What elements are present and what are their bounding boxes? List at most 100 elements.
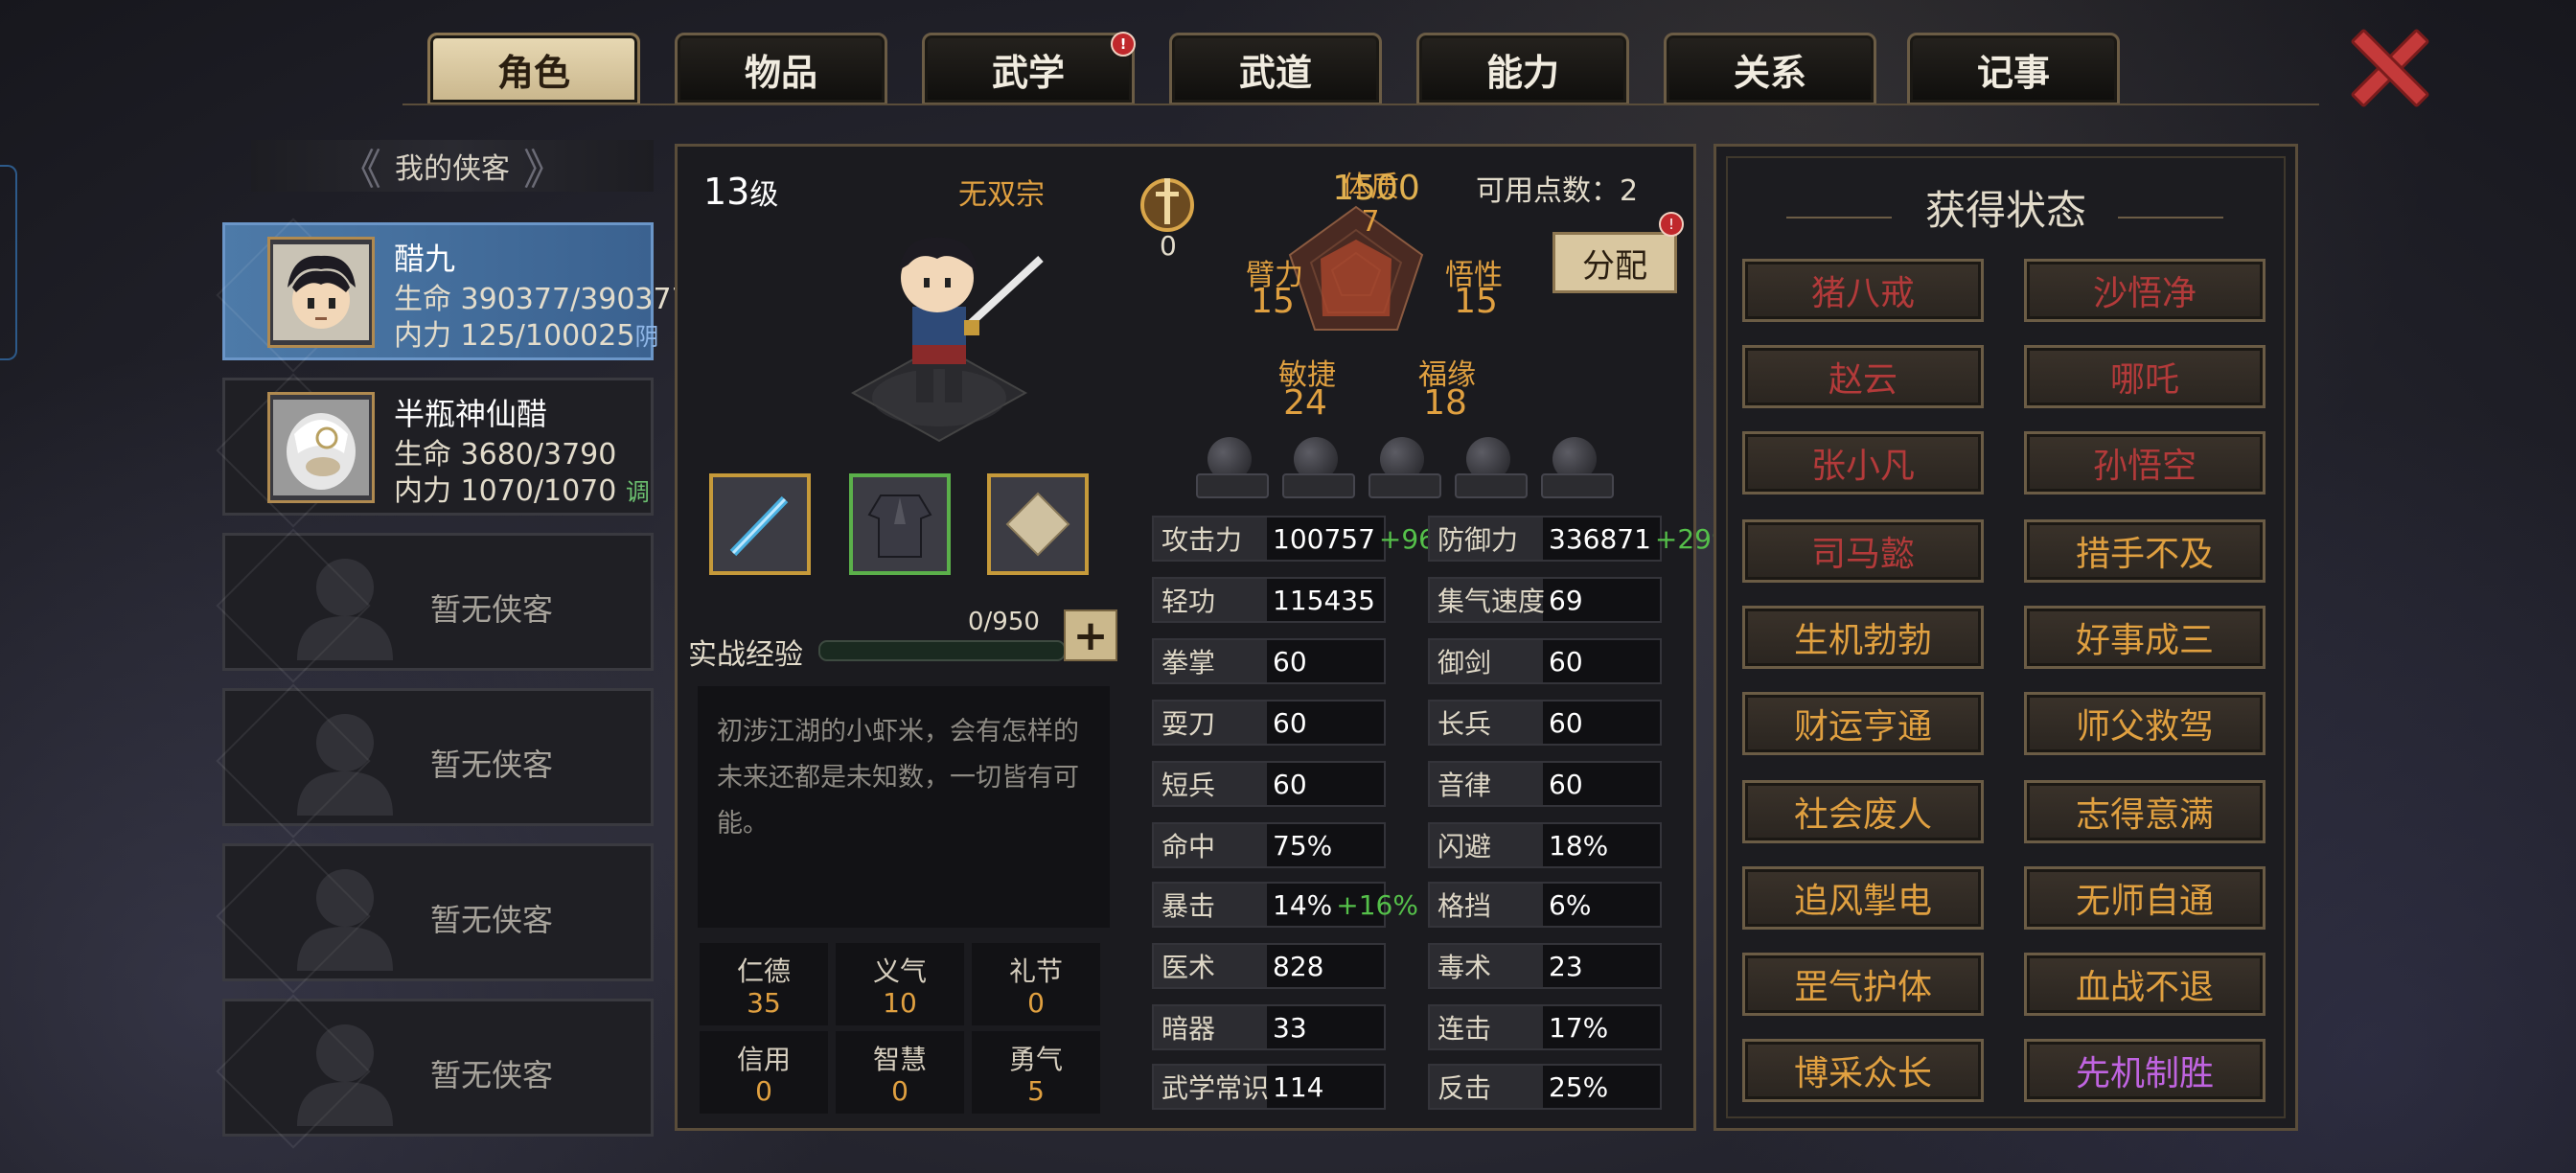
- companion-name: 醋九: [394, 241, 456, 277]
- attr-value: 17%: [1549, 1011, 1609, 1044]
- companions-header[interactable]: 《 我的侠客 》: [251, 140, 654, 195]
- companion-card[interactable]: 半瓶神仙醋 生命 3680/3790 内力 1070/1070 调: [216, 373, 654, 528]
- tab-abilities[interactable]: 能力: [1416, 33, 1629, 105]
- xp-value: 0/950: [968, 608, 1040, 636]
- close-icon[interactable]: [2348, 25, 2425, 102]
- radar-value-constitution: 7: [1361, 205, 1380, 239]
- attr-label: 耍刀: [1154, 702, 1267, 744]
- status-buff[interactable]: 财运亨通: [1742, 692, 1984, 755]
- silhouette-icon: [297, 714, 393, 816]
- tab-martial-way[interactable]: 武道: [1169, 33, 1382, 105]
- status-buff[interactable]: 先机制胜: [2024, 1039, 2266, 1102]
- attr-fist: 拳掌 60: [1152, 638, 1386, 684]
- attr-label: 拳掌: [1154, 640, 1267, 682]
- status-buff[interactable]: 司马懿: [1742, 519, 1984, 583]
- attr-value: 60: [1549, 645, 1583, 678]
- virtue-value: 0: [1027, 987, 1045, 1019]
- attr-label: 攻击力: [1154, 518, 1267, 560]
- empty-companion-slot[interactable]: 暂无侠客: [216, 994, 654, 1149]
- virtue-value: 5: [1027, 1075, 1045, 1107]
- status-buff[interactable]: 沙悟净: [2024, 259, 2266, 322]
- status-buff[interactable]: 孙悟空: [2024, 431, 2266, 494]
- status-buff[interactable]: 赵云: [1742, 345, 1984, 408]
- allocate-button[interactable]: 分配!: [1552, 212, 1684, 293]
- virtue-label: 仁德: [736, 955, 791, 987]
- tab-character[interactable]: 角色: [427, 33, 640, 105]
- attr-label: 短兵: [1154, 763, 1267, 805]
- attr-value: 60: [1273, 768, 1307, 800]
- orb-slot[interactable]: [1282, 437, 1355, 498]
- status-buff[interactable]: 张小凡: [1742, 431, 1984, 494]
- virtue-value: 35: [747, 987, 781, 1019]
- attr-label: 防御力: [1430, 518, 1543, 560]
- companions-header-label: 我的侠客: [395, 152, 510, 186]
- status-buff[interactable]: 血战不退: [2024, 953, 2266, 1016]
- alert-badge: !: [1659, 212, 1684, 237]
- tab-journal[interactable]: 记事: [1907, 33, 2120, 105]
- status-buff[interactable]: 措手不及: [2024, 519, 2266, 583]
- radar-value-agility: 24: [1283, 383, 1327, 423]
- empty-companion-slot[interactable]: 暂无侠客: [216, 528, 654, 683]
- status-buff[interactable]: 师父救驾: [2024, 692, 2266, 755]
- attr-dodge: 闪避 18%: [1428, 822, 1662, 868]
- tab-label: 关系: [1733, 51, 1806, 94]
- attr-value: 60: [1549, 706, 1583, 739]
- virtue-wisdom: 智慧 0: [836, 1031, 964, 1114]
- armor-slot[interactable]: [849, 473, 951, 575]
- accessory-slot[interactable]: [987, 473, 1089, 575]
- companion-mp: 内力 1070/1070: [394, 474, 617, 508]
- attr-value: 114: [1273, 1070, 1324, 1103]
- silhouette-icon: [297, 1024, 393, 1126]
- companion-card[interactable]: 醋九 生命 390377/390377 内力 125/100025阴: [216, 218, 690, 373]
- attr-sword: 御剑 60: [1428, 638, 1662, 684]
- virtue-benevolence: 仁德 35: [700, 943, 828, 1025]
- sword-icon: [729, 495, 789, 557]
- radar-value-fortune: 18: [1423, 383, 1467, 423]
- status-buff[interactable]: 志得意满: [2024, 780, 2266, 843]
- companion-tag: 阴: [634, 323, 659, 351]
- attr-value: 18%: [1549, 829, 1609, 862]
- virtue-label: 信用: [736, 1044, 791, 1075]
- add-xp-button[interactable]: +: [1064, 610, 1117, 661]
- status-buff[interactable]: 好事成三: [2024, 606, 2266, 669]
- orb-slot[interactable]: [1455, 437, 1528, 498]
- status-buff[interactable]: 猪八戒: [1742, 259, 1984, 322]
- chevron-left-icon[interactable]: 《: [339, 135, 381, 196]
- attr-value: 75%: [1273, 829, 1333, 862]
- status-buff[interactable]: 社会废人: [1742, 780, 1984, 843]
- status-buff[interactable]: 哪吒: [2024, 345, 2266, 408]
- orb-slot[interactable]: [1541, 437, 1614, 498]
- weapon-slot[interactable]: [709, 473, 811, 575]
- tab-label: 武道: [1238, 51, 1312, 94]
- status-buff[interactable]: 罡气护体: [1742, 953, 1984, 1016]
- virtue-label: 勇气: [1008, 1044, 1063, 1075]
- empty-companion-slot[interactable]: 暂无侠客: [216, 683, 654, 839]
- status-buff[interactable]: 生机勃勃: [1742, 606, 1984, 669]
- empty-companion-slot[interactable]: 暂无侠客: [216, 839, 654, 994]
- status-buff[interactable]: 追风掣电: [1742, 866, 1984, 930]
- companion-mp: 内力 125/100025: [394, 319, 635, 353]
- virtue-value: 0: [891, 1075, 908, 1107]
- attr-qinggong: 轻功 115435: [1152, 577, 1386, 623]
- status-buff[interactable]: 博采众长: [1742, 1039, 1984, 1102]
- attr-label: 命中: [1154, 824, 1267, 866]
- virtue-label: 智慧: [872, 1044, 927, 1075]
- attr-poison: 毒术 23: [1428, 943, 1662, 989]
- tab-relations[interactable]: 关系: [1664, 33, 1876, 105]
- chevron-right-icon[interactable]: 》: [523, 135, 565, 196]
- attr-blade: 耍刀 60: [1152, 700, 1386, 746]
- attr-label: 暴击: [1154, 884, 1267, 926]
- tab-martial-arts[interactable]: 武学!: [922, 32, 1136, 105]
- level-unit: 级: [749, 178, 779, 212]
- virtue-trust: 信用 0: [700, 1031, 828, 1114]
- orb-slot[interactable]: [1196, 437, 1269, 498]
- status-buff[interactable]: 无师自通: [2024, 866, 2266, 930]
- virtue-value: 10: [883, 987, 917, 1019]
- scroll-icon: [1005, 492, 1070, 557]
- attr-value: 23: [1549, 950, 1583, 982]
- tab-items[interactable]: 物品: [675, 33, 887, 105]
- allocate-label: 分配: [1582, 246, 1647, 286]
- orb-slot[interactable]: [1368, 437, 1441, 498]
- xp-progress-bar: [818, 640, 1066, 661]
- radar-value-strength: 15: [1251, 282, 1295, 321]
